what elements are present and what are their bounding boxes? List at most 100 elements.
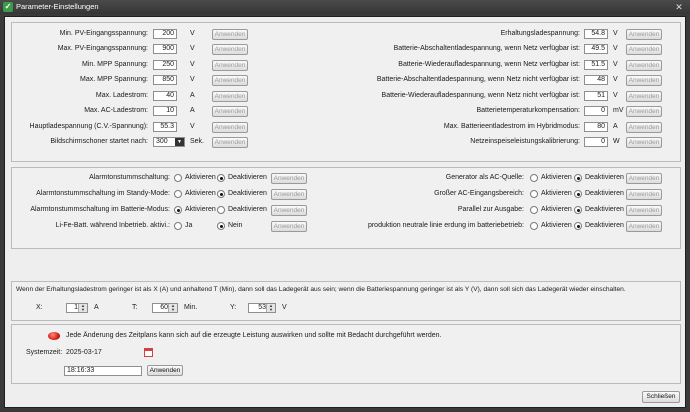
option-radio-1[interactable] <box>530 190 538 198</box>
param-apply-button[interactable]: Anwenden <box>626 121 662 133</box>
option-radio-2-label[interactable]: Deaktivieren <box>585 206 624 213</box>
numeric-parameters-panel: Min. PV-Eingangsspannung: 200 V Anwenden Max… <box>11 22 681 162</box>
option-apply-button[interactable]: Anwenden <box>626 173 662 184</box>
option-radio-2-label[interactable]: Deaktivieren <box>228 206 267 213</box>
option-radio-2[interactable] <box>217 206 225 214</box>
system-time-apply-button[interactable]: Anwenden <box>147 365 183 376</box>
param-value-field[interactable]: 51.5 <box>584 60 608 70</box>
param-value-field[interactable]: 54.8 <box>584 29 608 39</box>
option-radio-2-label[interactable]: Deaktivieren <box>228 174 267 181</box>
param-apply-button[interactable]: Anwenden <box>212 74 248 86</box>
screensaver-select[interactable]: 300 ▼ <box>153 137 185 147</box>
option-radio-1-label[interactable]: Aktivieren <box>541 206 572 213</box>
option-radio-1[interactable] <box>530 206 538 214</box>
param-unit: W <box>613 138 620 145</box>
param-unit: mV <box>613 107 624 114</box>
screensaver-unit: Sek. <box>190 138 205 145</box>
param-unit: V <box>613 45 618 52</box>
param-apply-button[interactable]: Anwenden <box>212 28 248 40</box>
param-apply-button[interactable]: Anwenden <box>212 59 248 71</box>
option-radio-2[interactable] <box>574 206 582 214</box>
option-radio-2-label[interactable]: Nein <box>228 222 242 229</box>
param-value-field[interactable]: 0 <box>584 106 608 116</box>
param-apply-button[interactable]: Anwenden <box>626 28 662 40</box>
param-value-field[interactable]: 250 <box>153 60 177 70</box>
param-value-field[interactable]: 40 <box>153 91 177 101</box>
param-label: Max. MPP Spannung: <box>80 76 148 83</box>
y-stepper[interactable]: 53 ▲ ▼ <box>248 303 276 313</box>
option-apply-button[interactable]: Anwenden <box>626 221 662 232</box>
option-radio-1-label[interactable]: Aktivieren <box>541 190 572 197</box>
option-label: Li-Fe-Batt. während Inbetrieb. aktivi.: <box>55 222 170 229</box>
option-radio-2[interactable] <box>217 174 225 182</box>
chevron-down-icon[interactable]: ▼ <box>175 138 184 146</box>
charge-stop-panel: Wenn der Erhaltungsladestrom geringer is… <box>11 281 681 321</box>
param-apply-button[interactable]: Anwenden <box>212 90 248 102</box>
option-radio-2[interactable] <box>574 190 582 198</box>
param-apply-button[interactable]: Anwenden <box>626 136 662 148</box>
option-radio-1-label[interactable]: Aktivieren <box>541 174 572 181</box>
option-radio-2-label[interactable]: Deaktivieren <box>228 190 267 197</box>
option-radio-2-label[interactable]: Deaktivieren <box>585 190 624 197</box>
param-apply-button[interactable]: Anwenden <box>626 43 662 55</box>
param-label: Erhaltungsladespannung: <box>500 30 580 37</box>
param-value-field[interactable]: 850 <box>153 75 177 85</box>
calendar-icon[interactable] <box>144 348 153 357</box>
option-radio-1[interactable] <box>174 190 182 198</box>
option-radio-2[interactable] <box>217 190 225 198</box>
option-radio-1-label[interactable]: Aktivieren <box>185 174 216 181</box>
stepper-arrows-icon[interactable]: ▲ ▼ <box>266 304 275 312</box>
param-apply-button[interactable]: Anwenden <box>212 43 248 55</box>
param-value-field[interactable]: 900 <box>153 44 177 54</box>
param-apply-button[interactable]: Anwenden <box>212 105 248 117</box>
param-value-field[interactable]: 10 <box>153 106 177 116</box>
option-radio-2[interactable] <box>217 222 225 230</box>
option-radio-2[interactable] <box>574 174 582 182</box>
option-apply-button[interactable]: Anwenden <box>271 205 307 216</box>
option-radio-1[interactable] <box>174 174 182 182</box>
param-value-field[interactable]: 200 <box>153 29 177 39</box>
option-radio-1-label[interactable]: Aktivieren <box>185 206 216 213</box>
param-value-field[interactable]: 0 <box>584 137 608 147</box>
option-apply-button[interactable]: Anwenden <box>271 189 307 200</box>
screensaver-apply-button[interactable]: Anwenden <box>212 136 248 148</box>
param-unit: V <box>613 61 618 68</box>
option-radio-1[interactable] <box>174 206 182 214</box>
x-stepper[interactable]: 1 ▲ ▼ <box>66 303 88 313</box>
close-button[interactable]: Schließen <box>642 391 680 403</box>
param-apply-button[interactable]: Anwenden <box>626 59 662 71</box>
param-label: Min. MPP Spannung: <box>81 61 148 68</box>
option-radio-1[interactable] <box>530 222 538 230</box>
option-radio-1[interactable] <box>174 222 182 230</box>
window-close-button[interactable]: ✕ <box>672 1 686 13</box>
option-radio-1-label[interactable]: Aktivieren <box>185 190 216 197</box>
param-unit: A <box>190 107 195 114</box>
param-value-field[interactable]: 55.3 <box>153 122 177 132</box>
option-label: Generator als AC-Quelle: <box>445 174 524 181</box>
t-stepper[interactable]: 60 ▲ ▼ <box>152 303 178 313</box>
option-radio-1-label[interactable]: Ja <box>185 222 192 229</box>
option-apply-button[interactable]: Anwenden <box>626 189 662 200</box>
param-apply-button[interactable]: Anwenden <box>626 74 662 86</box>
param-value-field[interactable]: 48 <box>584 75 608 85</box>
param-apply-button[interactable]: Anwenden <box>212 121 248 133</box>
stepper-arrows-icon[interactable]: ▲ ▼ <box>168 304 177 312</box>
system-time-field[interactable]: 18:16:33 <box>64 366 142 376</box>
option-apply-button[interactable]: Anwenden <box>271 173 307 184</box>
param-apply-button[interactable]: Anwenden <box>626 90 662 102</box>
parameter-settings-window: ✓ Parameter-Einstellungen ✕ Min. PV-Eing… <box>0 0 690 412</box>
option-radio-2-label[interactable]: Deaktivieren <box>585 222 624 229</box>
option-radio-1-label[interactable]: Aktivieren <box>541 222 572 229</box>
param-value-field[interactable]: 49.5 <box>584 44 608 54</box>
option-label: Parallel zur Ausgabe: <box>457 206 524 213</box>
option-radio-2-label[interactable]: Deaktivieren <box>585 174 624 181</box>
stepper-arrows-icon[interactable]: ▲ ▼ <box>78 304 87 312</box>
param-apply-button[interactable]: Anwenden <box>626 105 662 117</box>
option-radio-2[interactable] <box>574 222 582 230</box>
option-radio-1[interactable] <box>530 174 538 182</box>
param-unit: V <box>190 45 195 52</box>
option-apply-button[interactable]: Anwenden <box>271 221 307 232</box>
option-apply-button[interactable]: Anwenden <box>626 205 662 216</box>
param-value-field[interactable]: 80 <box>584 122 608 132</box>
param-value-field[interactable]: 51 <box>584 91 608 101</box>
